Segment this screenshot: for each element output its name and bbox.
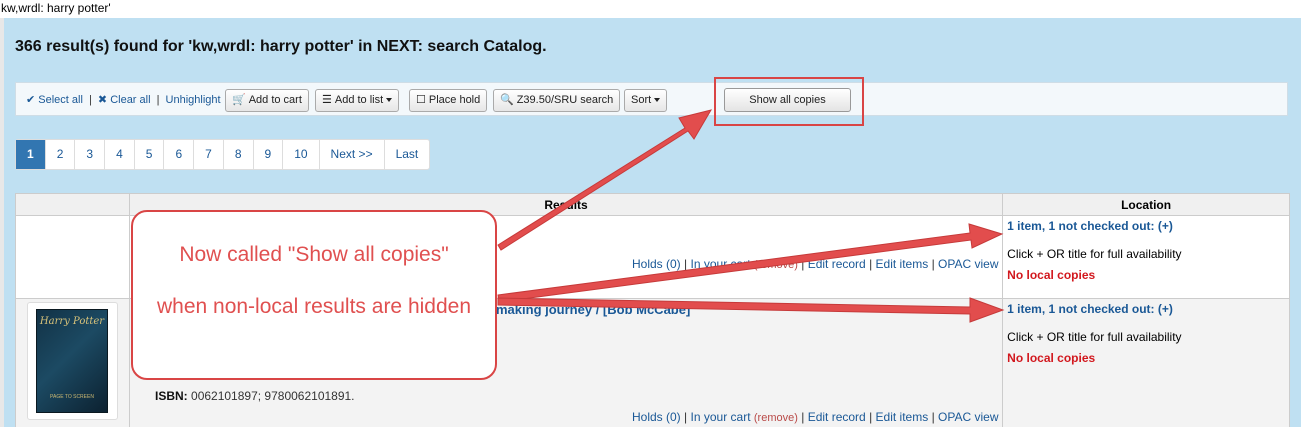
row-actions: Holds (0) | In your cart (remove) | Edit… bbox=[632, 410, 999, 424]
row-cover-cell bbox=[15, 215, 130, 299]
edit-items-link[interactable]: Edit items bbox=[876, 257, 929, 271]
selection-links: ✔ Select all | ✖ Clear all | Unhighlight… bbox=[26, 94, 230, 106]
no-local-copies: No local copies bbox=[1007, 268, 1096, 282]
callout-line-1: Now called "Show all copies" bbox=[179, 243, 449, 266]
add-to-cart-label: Add to cart bbox=[248, 94, 302, 106]
in-cart-link[interactable]: In your cart bbox=[691, 257, 751, 271]
breadcrumb: kw,wrdl: harry potter' bbox=[0, 0, 1301, 18]
sort-button[interactable]: Sort bbox=[624, 89, 668, 112]
page-3[interactable]: 3 bbox=[75, 140, 106, 169]
remove-link[interactable]: (remove) bbox=[754, 412, 798, 424]
in-cart-link[interactable]: In your cart bbox=[691, 410, 751, 424]
add-to-cart-button[interactable]: 🛒 Add to cart bbox=[225, 89, 309, 112]
location-cell: 1 item, 1 not checked out: (+) Click + O… bbox=[1002, 298, 1290, 427]
last-page-link[interactable]: Last bbox=[385, 140, 430, 169]
sort-label: Sort bbox=[631, 94, 652, 106]
search-icon: 🔍 bbox=[500, 94, 514, 106]
isbn-value: 0062101897; 9780062101891. bbox=[191, 389, 355, 403]
highlight-rectangle bbox=[714, 77, 864, 126]
availability-link[interactable]: 1 item, 1 not checked out: (+) bbox=[1007, 219, 1285, 233]
row-actions: Holds (0) | In your cart (remove) | Edit… bbox=[632, 257, 999, 271]
page-6[interactable]: 6 bbox=[164, 140, 195, 169]
cart-icon: 🛒 bbox=[232, 94, 246, 106]
place-hold-button[interactable]: ☐ Place hold bbox=[409, 89, 488, 112]
record-title-link[interactable]: making journey / [Bob McCabe] bbox=[496, 302, 690, 317]
opac-view-link[interactable]: OPAC view bbox=[938, 257, 998, 271]
x-icon: ✖ bbox=[97, 94, 108, 106]
page-1[interactable]: 1 bbox=[16, 140, 46, 169]
place-hold-label: Place hold bbox=[428, 94, 481, 106]
add-to-list-button[interactable]: ☰ Add to list bbox=[315, 89, 400, 112]
edit-record-link[interactable]: Edit record bbox=[808, 257, 866, 271]
results-heading: 366 result(s) found for 'kw,wrdl: harry … bbox=[15, 38, 547, 55]
availability-note: Click + OR title for full availability bbox=[1007, 247, 1182, 261]
page-7[interactable]: 7 bbox=[194, 140, 224, 169]
book-cover-image: Harry Potter PAGE TO SCREEN bbox=[36, 309, 108, 413]
z3950-search-button[interactable]: 🔍 Z39.50/SRU search bbox=[493, 89, 621, 112]
square-icon: ☐ bbox=[416, 94, 426, 106]
header-location: Location bbox=[1002, 193, 1290, 216]
unhighlight-link[interactable]: Unhighlight bbox=[166, 94, 221, 106]
z3950-label: Z39.50/SRU search bbox=[516, 94, 614, 106]
caret-down-icon bbox=[386, 98, 393, 103]
results-toolbar: ✔ Select all | ✖ Clear all | Unhighlight… bbox=[15, 82, 1288, 116]
remove-link[interactable]: (remove) bbox=[754, 259, 798, 271]
next-page-link[interactable]: Next >> bbox=[320, 140, 385, 169]
annotation-callout: Now called "Show all copies" when non-lo… bbox=[131, 210, 497, 380]
page-2[interactable]: 2 bbox=[46, 140, 76, 169]
isbn-label: ISBN: bbox=[155, 389, 188, 403]
availability-link[interactable]: 1 item, 1 not checked out: (+) bbox=[1007, 302, 1285, 316]
caret-down-icon bbox=[654, 98, 661, 103]
cover-subtitle: PAGE TO SCREEN bbox=[50, 394, 94, 400]
isbn-line: ISBN: 0062101897; 9780062101891. bbox=[155, 389, 355, 403]
availability-note: Click + OR title for full availability bbox=[1007, 330, 1182, 344]
holds-link[interactable]: Holds (0) bbox=[632, 410, 681, 424]
add-to-list-label: Add to list bbox=[334, 94, 384, 106]
no-local-copies: No local copies bbox=[1007, 351, 1096, 365]
edit-items-link[interactable]: Edit items bbox=[876, 410, 929, 424]
page-4[interactable]: 4 bbox=[105, 140, 135, 169]
page-8[interactable]: 8 bbox=[224, 140, 254, 169]
page-9[interactable]: 9 bbox=[254, 140, 284, 169]
pagination: 1 2 3 4 5 6 7 8 9 10 Next >> Last bbox=[15, 139, 431, 170]
opac-view-link[interactable]: OPAC view bbox=[938, 410, 998, 424]
list-icon: ☰ bbox=[322, 94, 332, 106]
select-all-link[interactable]: Select all bbox=[38, 94, 83, 106]
callout-line-2: when non-local results are hidden bbox=[156, 295, 472, 318]
edit-record-link[interactable]: Edit record bbox=[808, 410, 866, 424]
page-5[interactable]: 5 bbox=[135, 140, 165, 169]
location-cell: 1 item, 1 not checked out: (+) Click + O… bbox=[1002, 215, 1290, 299]
header-checkbox-col bbox=[15, 193, 130, 216]
left-edge bbox=[0, 18, 4, 427]
holds-link[interactable]: Holds (0) bbox=[632, 257, 681, 271]
cover-title: Harry Potter bbox=[39, 316, 105, 327]
clear-all-link[interactable]: Clear all bbox=[110, 94, 150, 106]
page-10[interactable]: 10 bbox=[283, 140, 320, 169]
check-icon: ✔ bbox=[26, 94, 36, 106]
